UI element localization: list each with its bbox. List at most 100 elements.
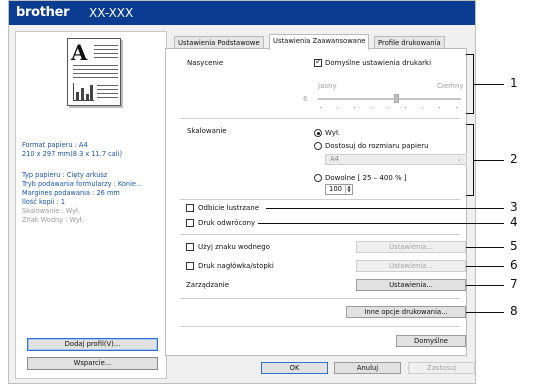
callout-line-2: [474, 160, 504, 162]
watermark-checkbox[interactable]: [186, 243, 194, 251]
slider-tick: [337, 107, 338, 108]
saturation-dark-label: Ciemny: [437, 82, 464, 90]
preview-text-line: [97, 85, 118, 86]
preview-text-line: [73, 65, 118, 66]
info-watermark: Znak Wodny : Wył.: [22, 216, 84, 224]
info-scaling: Skalowanie : Wył.: [22, 207, 80, 215]
page-preview: A: [67, 38, 121, 106]
management-label: Zarządzanie: [186, 281, 230, 289]
preview-text-line: [94, 57, 118, 58]
mirror-print-label: Odbicie lustrzane: [198, 204, 260, 212]
slider-tick: [388, 107, 389, 108]
model-name: XX-XXX: [89, 6, 134, 20]
callout-number-7: 7: [510, 277, 518, 291]
scaling-fit-label: Dostosuj do rozmiaru papieru: [325, 142, 429, 150]
slider-tick: [422, 107, 423, 108]
info-copies: Ilość kopii : 1: [22, 198, 66, 206]
scaling-label: Skalowanie: [187, 127, 227, 135]
preview-text-line: [97, 97, 118, 98]
header-footer-label: Druk nagłówka/stopki: [198, 262, 274, 270]
info-paper-type: Typ papieru : Cięty arkusz: [22, 171, 108, 179]
summary-pane: A Format papieru : A4 210 x 297 mm(8.3 x…: [15, 31, 167, 379]
preview-text-line: [97, 89, 118, 90]
chevron-down-icon: ⌄: [456, 155, 462, 163]
divider: [180, 199, 460, 200]
scaling-custom-label: Dowolne [ 25 – 400 % ]: [325, 174, 407, 182]
saturation-slider-track[interactable]: [318, 98, 461, 100]
brand-logo: brother: [16, 5, 70, 20]
slider-tick: [439, 107, 440, 108]
tab-advanced-settings[interactable]: Ustawienia Zaawansowane: [269, 34, 370, 50]
preview-letter: A: [71, 40, 88, 65]
callout-number-6: 6: [510, 258, 518, 272]
preview-text-line: [73, 69, 118, 70]
callout-number-4: 4: [510, 215, 518, 229]
header-footer-settings-button[interactable]: Ustawienia...: [356, 260, 466, 272]
divider: [180, 234, 460, 235]
saturation-value: 6: [303, 95, 308, 103]
slider-tick: [371, 107, 372, 108]
reverse-print-checkbox[interactable]: [186, 219, 194, 227]
apply-button[interactable]: Zastosuj: [408, 362, 475, 374]
spin-arrows-icon[interactable]: ▲ ▼: [345, 185, 352, 194]
divider: [180, 118, 460, 119]
scaling-percent-value: 100: [329, 185, 342, 193]
callout-number-8: 8: [510, 304, 518, 318]
preview-text-line: [94, 49, 118, 50]
slider-tick: [456, 107, 457, 108]
header-footer-checkbox[interactable]: [186, 262, 194, 270]
saturation-label: Nasycenie: [187, 59, 224, 67]
saturation-light-label: Jasny: [318, 82, 337, 90]
callout-line-5: [466, 247, 504, 249]
divider: [180, 326, 460, 327]
preview-text-line: [97, 93, 118, 94]
preview-text-line: [73, 73, 118, 74]
management-settings-button[interactable]: Ustawienia...: [356, 279, 466, 291]
callout-line-4: [258, 223, 504, 225]
callout-number-3: 3: [510, 200, 518, 214]
divider: [180, 298, 460, 299]
callout-number-1: 1: [510, 76, 518, 90]
ok-button[interactable]: OK: [261, 362, 328, 374]
callout-line-1: [474, 84, 504, 86]
preview-text-line: [73, 77, 118, 78]
default-printer-settings-checkbox[interactable]: [314, 57, 322, 67]
scaling-percent-input[interactable]: 100 ▲ ▼: [325, 184, 353, 195]
reverse-print-label: Druk odwrócony: [198, 219, 256, 227]
support-button[interactable]: Wsparcie...: [27, 357, 158, 370]
mirror-print-checkbox[interactable]: [186, 204, 194, 212]
other-print-options-button[interactable]: Inne opcje drukowania...: [346, 306, 466, 318]
cancel-button[interactable]: Anuluj: [334, 362, 401, 374]
default-printer-settings-label: Domyślne ustawienia drukarki: [325, 59, 432, 67]
add-profile-button[interactable]: Dodaj profil(V)...: [27, 338, 158, 351]
callout-line-7: [466, 285, 504, 287]
scaling-custom-radio[interactable]: [314, 174, 322, 182]
title-bar: brother XX-XXX: [9, 1, 475, 25]
callout-line-8: [466, 312, 504, 314]
info-feed-margin: Margines podawania : 26 mm: [22, 189, 120, 197]
info-feed-mode: Tryb podawania formularzy : Konie...: [22, 180, 143, 188]
info-paper-format: Format papieru : A4: [22, 141, 88, 149]
info-paper-size: 210 x 297 mm(8.3 x 11.7 cali): [22, 150, 123, 158]
watermark-settings-button[interactable]: Ustawienia...: [356, 241, 466, 253]
paper-size-select[interactable]: A4 ⌄: [325, 154, 467, 165]
preview-chart-icon: [73, 83, 94, 101]
scaling-off-radio[interactable]: [314, 129, 322, 137]
callout-bracket-2: [466, 124, 474, 196]
watermark-label: Użyj znaku wodnego: [198, 243, 270, 251]
callout-number-5: 5: [510, 239, 518, 253]
slider-tick: [354, 107, 355, 108]
slider-tick: [320, 107, 321, 108]
callout-line-6: [466, 266, 504, 268]
scaling-off-label: Wył.: [325, 129, 341, 137]
preview-text-line: [94, 53, 118, 54]
defaults-button[interactable]: Domyślne: [396, 335, 466, 347]
preview-text-line: [94, 45, 118, 46]
slider-tick: [405, 107, 406, 108]
callout-line-3: [266, 208, 504, 210]
callout-bracket-1: [466, 54, 474, 114]
scaling-fit-radio[interactable]: [314, 142, 322, 150]
saturation-slider-thumb[interactable]: [394, 94, 400, 103]
paper-size-select-value: A4: [330, 155, 339, 163]
callout-number-2: 2: [510, 152, 518, 166]
